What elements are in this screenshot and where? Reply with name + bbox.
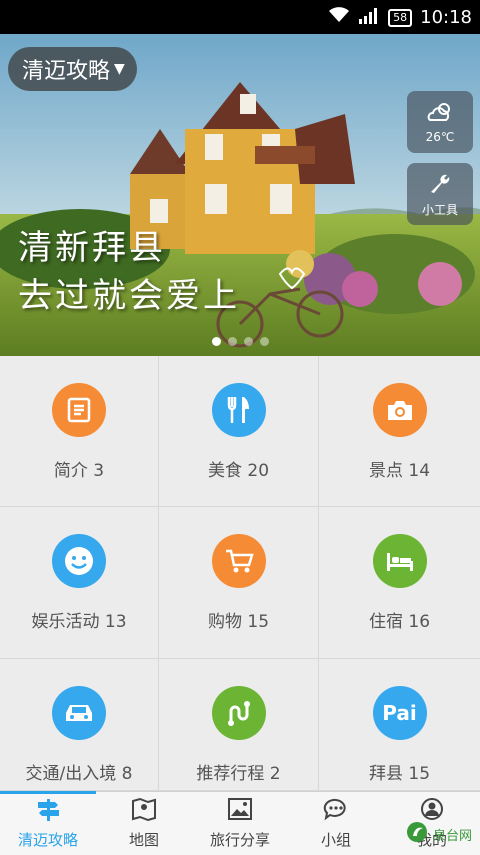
signal-icon	[358, 6, 380, 29]
tab-label: 地图	[128, 831, 159, 849]
tab-label: 旅行分享	[209, 831, 270, 849]
category-grid: 简介 3 美食 20 景点 14 娱乐活动 13 购物 15 住宿 16 交通/…	[0, 356, 480, 791]
battery-icon: 58	[388, 8, 413, 27]
category-label: 拜县 15	[368, 764, 431, 784]
category-label: 购物 15	[207, 612, 270, 632]
category-label: 交通/出入境 8	[25, 764, 133, 784]
weather-button[interactable]: 26℃	[407, 91, 473, 153]
banner-caption: 清新拜县 去过就会爱上	[18, 224, 240, 320]
tab-travel-share[interactable]: 旅行分享	[192, 792, 288, 855]
active-tab-indicator	[0, 791, 96, 794]
status-bar: 58 10:18	[0, 0, 480, 34]
signpost-icon	[35, 797, 61, 825]
picture-icon	[227, 797, 253, 825]
city-title: 清迈攻略	[22, 59, 111, 84]
tab-map[interactable]: 地图	[96, 792, 192, 855]
carousel-dot[interactable]	[260, 337, 269, 346]
category-label: 简介 3	[53, 461, 105, 481]
category-shopping[interactable]: 购物 15	[159, 507, 319, 659]
tab-label: 清迈攻略	[17, 831, 78, 849]
category-label: 娱乐活动 13	[31, 612, 127, 632]
route-icon	[211, 686, 266, 740]
tools-button[interactable]: 小工具	[407, 163, 473, 225]
city-selector[interactable]: 清迈攻略 ▼	[8, 47, 137, 91]
category-food[interactable]: 美食 20	[159, 356, 319, 507]
camera-icon	[372, 383, 427, 437]
shopping-cart-icon	[211, 534, 266, 588]
carousel-dot[interactable]	[244, 337, 253, 346]
category-lodging[interactable]: 住宿 16	[319, 507, 480, 659]
banner-line-1: 清新拜县	[18, 228, 166, 268]
chat-icon	[323, 797, 349, 825]
smiley-icon	[52, 534, 106, 588]
bed-icon	[372, 534, 427, 588]
category-label: 住宿 16	[368, 612, 431, 632]
watermark-text: 泉台网	[432, 828, 472, 844]
watermark: 泉台网	[405, 820, 472, 848]
wifi-icon	[328, 6, 350, 29]
wrench-icon	[427, 171, 453, 199]
clock: 10:18	[420, 7, 472, 28]
category-sights[interactable]: 景点 14	[319, 356, 480, 507]
map-icon	[131, 797, 157, 825]
tab-guide[interactable]: 清迈攻略	[0, 792, 96, 855]
carousel-dot[interactable]	[212, 337, 221, 346]
banner-line-2: 去过就会爱上	[18, 276, 240, 316]
category-label: 推荐行程 2	[196, 764, 281, 784]
tab-group[interactable]: 小组	[288, 792, 384, 855]
category-label: 美食 20	[207, 461, 270, 481]
carousel-dot[interactable]	[228, 337, 237, 346]
hero-banner[interactable]: 清迈攻略 ▼ 26℃ 小工具 清新拜县 去过就会爱上	[0, 34, 480, 356]
status-icons: 58 10:18	[328, 6, 472, 29]
watermark-logo-icon	[405, 820, 429, 848]
category-intro[interactable]: 简介 3	[0, 356, 159, 507]
carousel-indicator[interactable]	[212, 337, 269, 346]
caret-down-icon: ▼	[114, 61, 125, 77]
category-pai[interactable]: Pai 拜县 15	[319, 659, 480, 791]
tools-label: 小工具	[421, 202, 458, 217]
weather-partly-cloudy-icon	[426, 100, 454, 128]
category-itinerary[interactable]: 推荐行程 2	[159, 659, 319, 791]
car-icon	[52, 686, 106, 740]
category-label: 景点 14	[368, 461, 431, 481]
category-entertainment[interactable]: 娱乐活动 13	[0, 507, 159, 659]
document-icon	[52, 383, 106, 437]
category-transport[interactable]: 交通/出入境 8	[0, 659, 159, 791]
weather-temp: 26℃	[425, 130, 455, 144]
tab-label: 小组	[320, 831, 351, 849]
fork-knife-icon	[211, 383, 266, 437]
pai-icon: Pai	[372, 686, 427, 740]
